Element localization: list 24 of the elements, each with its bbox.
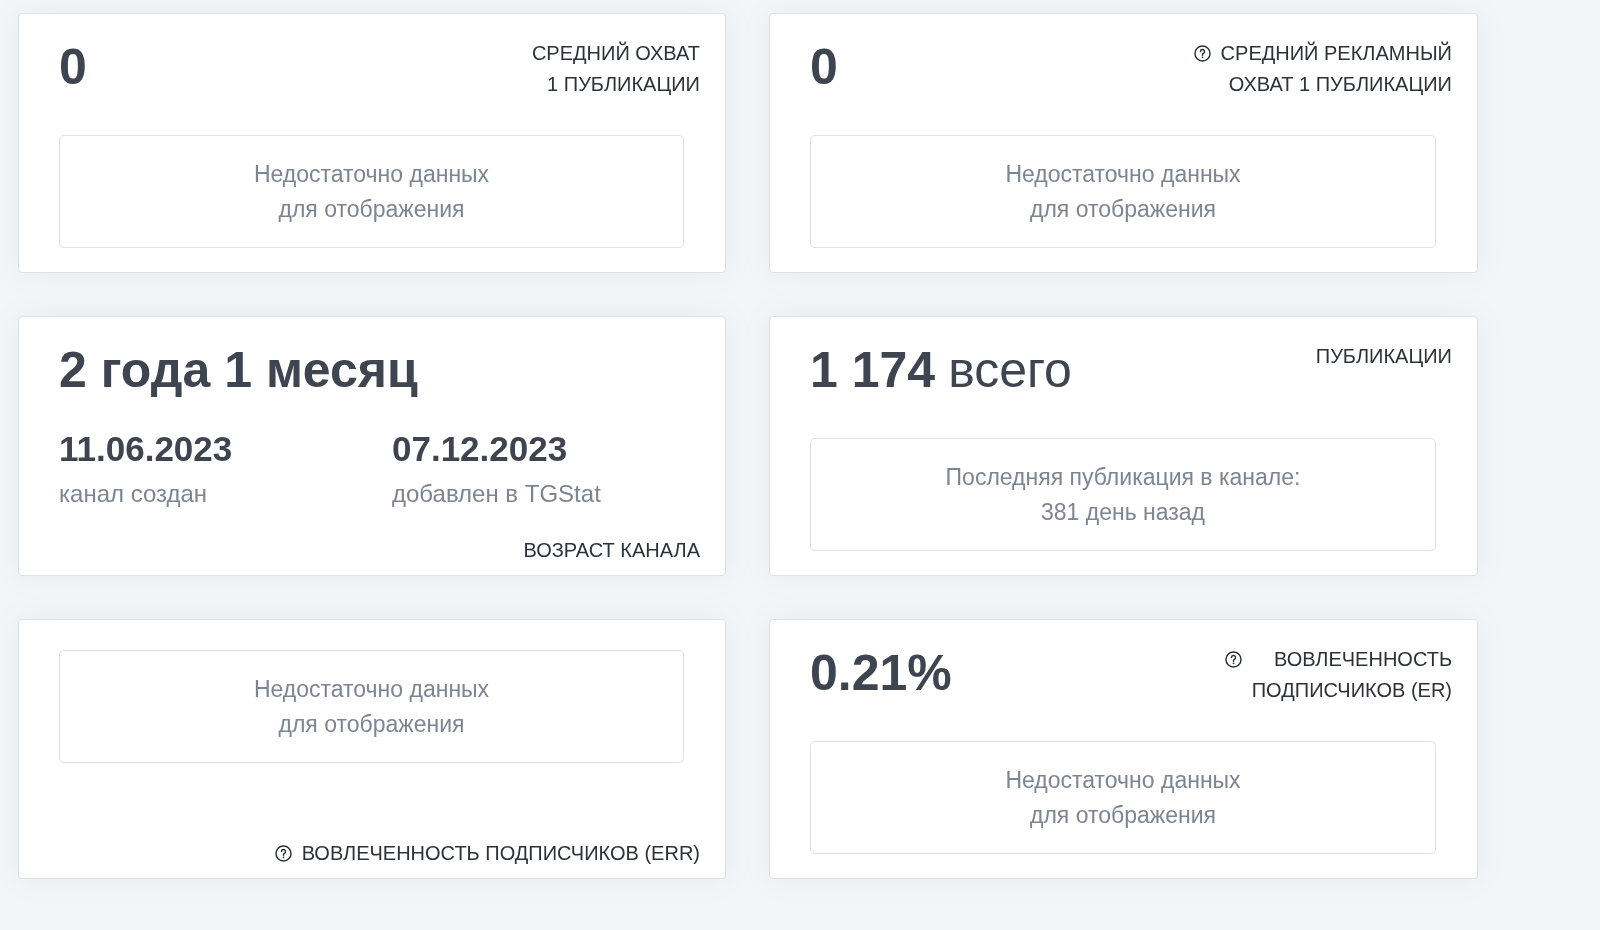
- help-icon[interactable]: [274, 845, 292, 862]
- card-value: 1 174: [810, 341, 936, 399]
- card-title: ВОВЛЕЧЕННОСТЬ ПОДПИСЧИКОВ (ERR): [301, 841, 700, 866]
- message-text: Недостаточно данных для отображения: [1005, 159, 1241, 224]
- date-value: 11.06.2023: [59, 428, 233, 470]
- card-value: 0: [810, 38, 838, 96]
- card-value: 0: [59, 38, 87, 96]
- card-title: ПУБЛИКАЦИИ: [1315, 344, 1452, 369]
- card-title: ВОЗРАСТ КАНАЛА: [523, 538, 700, 563]
- message-text: Недостаточно данных для отображения: [253, 159, 490, 224]
- help-icon[interactable]: [1193, 45, 1211, 62]
- card-title: СРЕДНИЙ ОХВАТ 1 ПУБЛИКАЦИИ: [531, 40, 700, 97]
- date-value: 07.12.2023: [392, 428, 568, 470]
- card-title: ВОВЛЕЧЕННОСТЬ ПОДПИСЧИКОВ (ER): [1251, 647, 1452, 703]
- card-value: 2 года 1 месяц: [59, 341, 418, 399]
- message-text: Недостаточно данных для отображения: [1005, 765, 1241, 830]
- card-title: СРЕДНИЙ РЕКЛАМНЫЙ ОХВАТ 1 ПУБЛИКАЦИИ: [1220, 40, 1452, 97]
- message-text: Последняя публикация в канале: 381 день назад: [945, 462, 1301, 527]
- help-icon[interactable]: [1224, 651, 1242, 668]
- message-text: Недостаточно данных для отображения: [253, 674, 490, 739]
- date-caption: добавлен в TGStat: [392, 479, 601, 509]
- date-caption: канал создан: [59, 479, 208, 509]
- card-value: 0.21%: [810, 644, 952, 702]
- card-unit: всего: [948, 341, 1072, 399]
